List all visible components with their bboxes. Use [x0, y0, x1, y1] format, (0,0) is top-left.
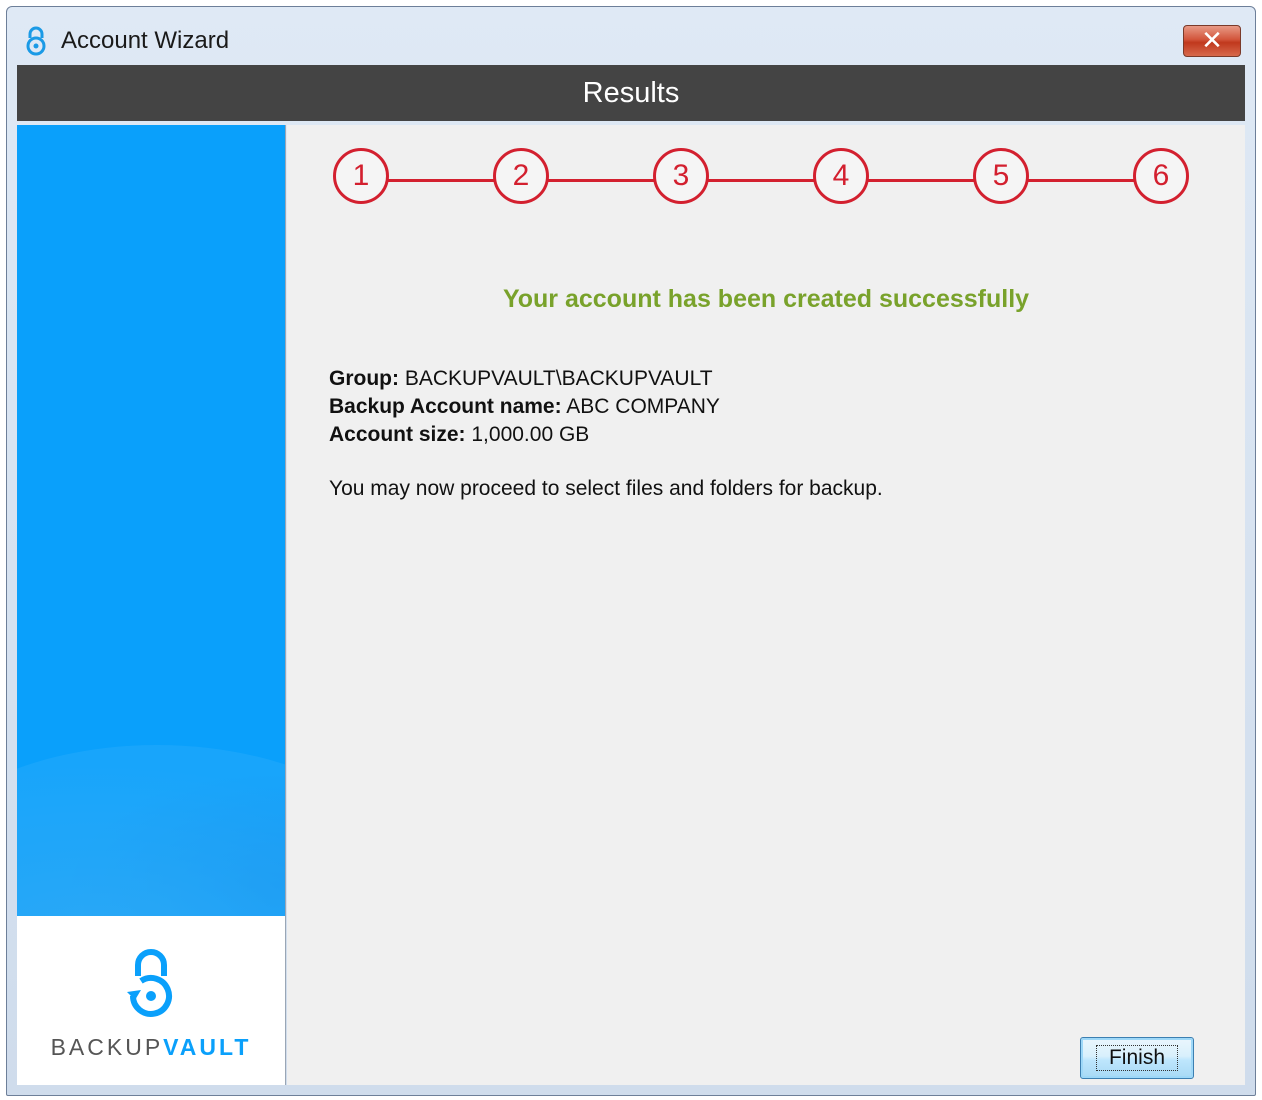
- banner-swoosh: [17, 745, 285, 916]
- step-number: 2: [512, 159, 530, 192]
- account-size-label: Account size:: [329, 423, 466, 446]
- account-size-row: Account size: 1,000.00 GB: [329, 421, 720, 449]
- group-row: Group: BACKUPVAULT\BACKUPVAULT: [329, 365, 720, 393]
- sidebar-banner: [17, 125, 285, 916]
- step-number: 5: [992, 159, 1010, 192]
- finish-button[interactable]: Finish: [1080, 1037, 1194, 1079]
- account-name-value: ABC COMPANY: [566, 395, 720, 418]
- close-icon: ✕: [1201, 26, 1223, 56]
- account-size-value: 1,000.00 GB: [471, 423, 590, 446]
- title-bar[interactable]: Account Wizard ✕: [7, 7, 1255, 65]
- step-2: 2: [493, 148, 549, 204]
- step-4: 4: [813, 148, 869, 204]
- brand-logo: BACKUPVAULT: [17, 916, 285, 1085]
- success-message: Your account has been created successful…: [502, 285, 1030, 313]
- step-6: 6: [1133, 148, 1189, 204]
- page-header: Results: [17, 65, 1245, 121]
- group-label: Group:: [329, 367, 399, 390]
- window-title: Account Wizard: [61, 27, 230, 54]
- finish-button-label: Finish: [1095, 1045, 1179, 1071]
- sidebar: BACKUPVAULT: [17, 125, 286, 1085]
- main-content: 1 2 3 4 5 6 Your account has been create…: [287, 125, 1245, 1085]
- step-number: 3: [672, 159, 690, 192]
- step-1: 1: [333, 148, 389, 204]
- close-button[interactable]: ✕: [1183, 25, 1241, 57]
- step-number: 1: [352, 159, 370, 192]
- group-value: BACKUPVAULT\BACKUPVAULT: [404, 367, 713, 390]
- page-title: Results: [582, 76, 680, 109]
- step-5: 5: [973, 148, 1029, 204]
- account-details: Group: BACKUPVAULT\BACKUPVAULT Backup Ac…: [329, 365, 720, 449]
- padlock-icon: [127, 949, 172, 1017]
- account-name-label: Backup Account name:: [329, 395, 562, 418]
- step-number: 4: [832, 159, 850, 192]
- account-name-row: Backup Account name: ABC COMPANY: [329, 393, 720, 421]
- account-wizard-window: Account Wizard ✕ Results BACKUPVAULT 1 2…: [6, 6, 1256, 1096]
- step-3: 3: [653, 148, 709, 204]
- brand-name-part2: VAULT: [163, 1034, 252, 1060]
- brand-name: BACKUPVAULT: [17, 1034, 285, 1061]
- step-indicator: 1 2 3 4 5 6: [287, 125, 1245, 245]
- step-number: 6: [1152, 159, 1170, 192]
- step-connector-line: [361, 179, 1171, 182]
- padlock-icon: [26, 26, 46, 56]
- proceed-text: You may now proceed to select files and …: [329, 477, 883, 500]
- brand-name-part1: BACKUP: [50, 1034, 164, 1060]
